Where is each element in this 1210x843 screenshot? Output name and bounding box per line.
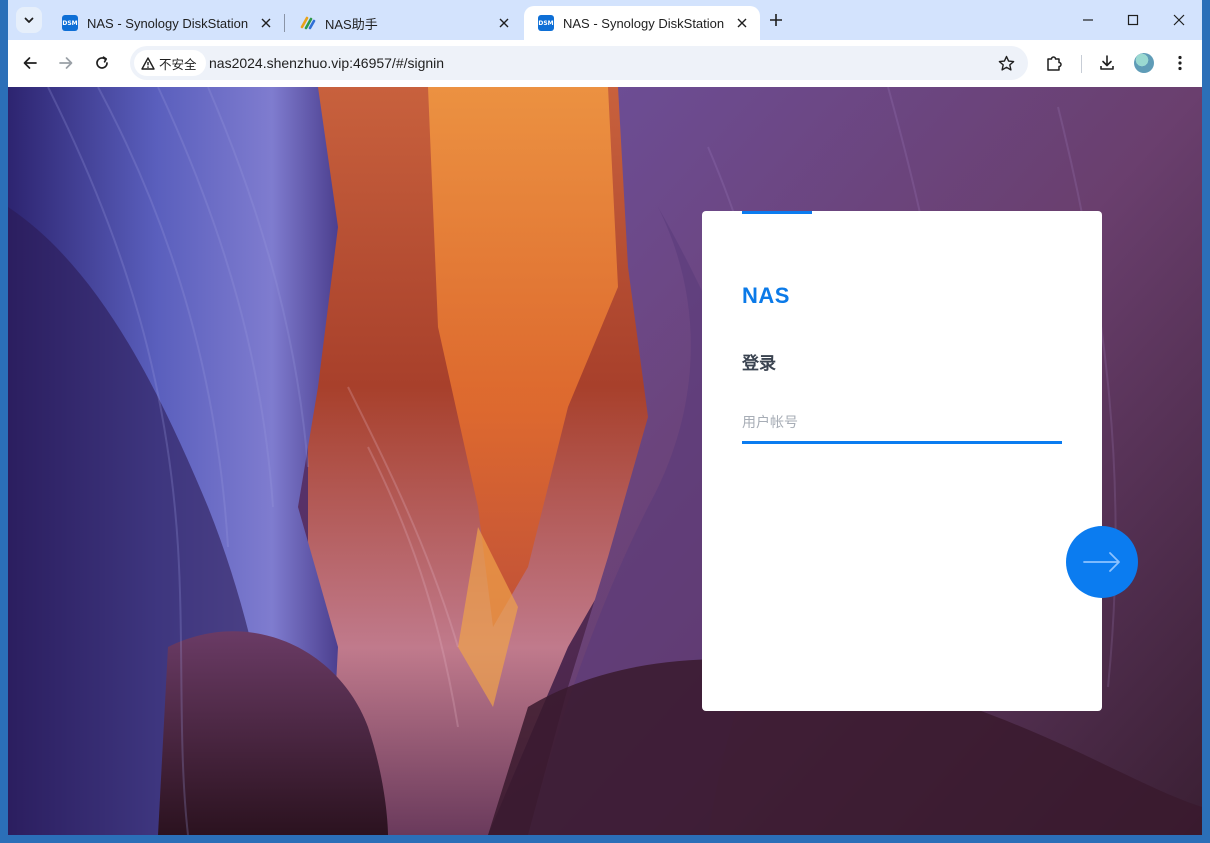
arrow-left-icon bbox=[23, 57, 37, 69]
tab-title: NAS助手 bbox=[325, 16, 378, 32]
page-content: NAS 登录 bbox=[8, 87, 1202, 835]
close-window-icon bbox=[1173, 14, 1185, 26]
menu-button[interactable] bbox=[1169, 52, 1191, 74]
bookmark-button[interactable] bbox=[996, 53, 1016, 73]
dsm-favicon-icon: DSM bbox=[538, 15, 554, 31]
minimize-icon bbox=[1083, 19, 1093, 21]
close-window-button[interactable] bbox=[1169, 10, 1189, 30]
tab-title: NAS - Synology DiskStation bbox=[87, 15, 249, 31]
back-button[interactable] bbox=[19, 52, 41, 74]
warning-icon bbox=[141, 56, 155, 70]
profile-avatar[interactable] bbox=[1134, 53, 1154, 73]
login-heading: 登录 bbox=[742, 354, 776, 373]
tab-strip: DSM NAS - Synology DiskStation NAS助手 DSM bbox=[8, 0, 1202, 40]
extensions-button[interactable] bbox=[1043, 52, 1065, 74]
tab-dsm-1[interactable]: DSM NAS - Synology DiskStation bbox=[48, 6, 284, 40]
more-vertical-icon bbox=[1178, 55, 1182, 71]
username-input[interactable] bbox=[742, 403, 1062, 444]
brand-title: NAS bbox=[742, 283, 790, 308]
maximize-button[interactable] bbox=[1123, 10, 1143, 30]
forward-button[interactable] bbox=[55, 52, 77, 74]
tab-close-icon[interactable] bbox=[496, 15, 512, 31]
dsm-favicon-icon: DSM bbox=[62, 15, 78, 31]
browser-toolbar: 不安全 nas2024.shenzhuo.vip:46957/#/signin bbox=[8, 40, 1202, 87]
url-text[interactable]: nas2024.shenzhuo.vip:46957/#/signin bbox=[209, 46, 444, 80]
maximize-icon bbox=[1127, 14, 1139, 26]
card-accent-bar bbox=[742, 211, 812, 214]
puzzle-icon bbox=[1047, 56, 1062, 71]
arrow-right-icon bbox=[1083, 552, 1120, 572]
tab-nas-helper[interactable]: NAS助手 bbox=[286, 6, 522, 40]
tab-close-icon[interactable] bbox=[258, 15, 274, 31]
address-bar[interactable]: 不安全 nas2024.shenzhuo.vip:46957/#/signin bbox=[130, 46, 1028, 80]
browser-window: DSM NAS - Synology DiskStation NAS助手 DSM bbox=[8, 0, 1202, 835]
minimize-button[interactable] bbox=[1078, 10, 1098, 30]
plus-icon bbox=[770, 14, 782, 26]
downloads-button[interactable] bbox=[1096, 52, 1118, 74]
tab-title: NAS - Synology DiskStation bbox=[563, 15, 725, 31]
sign-in-button[interactable] bbox=[1066, 526, 1138, 598]
reload-icon bbox=[96, 56, 108, 69]
new-tab-button[interactable] bbox=[766, 10, 786, 30]
tab-separator bbox=[284, 14, 285, 32]
download-icon bbox=[1100, 55, 1114, 70]
toolbar-divider bbox=[1081, 55, 1082, 73]
arrow-right-icon bbox=[59, 57, 73, 69]
nas-helper-favicon-icon bbox=[300, 15, 316, 31]
security-label: 不安全 bbox=[159, 57, 197, 72]
star-icon bbox=[998, 55, 1014, 71]
chevron-down-icon bbox=[24, 17, 34, 23]
tab-search-button[interactable] bbox=[16, 7, 42, 33]
tab-dsm-active[interactable]: DSM NAS - Synology DiskStation bbox=[524, 6, 760, 40]
security-chip[interactable]: 不安全 bbox=[134, 50, 206, 76]
reload-button[interactable] bbox=[91, 52, 113, 74]
tab-close-icon[interactable] bbox=[734, 15, 750, 31]
login-card: NAS 登录 bbox=[702, 211, 1102, 711]
